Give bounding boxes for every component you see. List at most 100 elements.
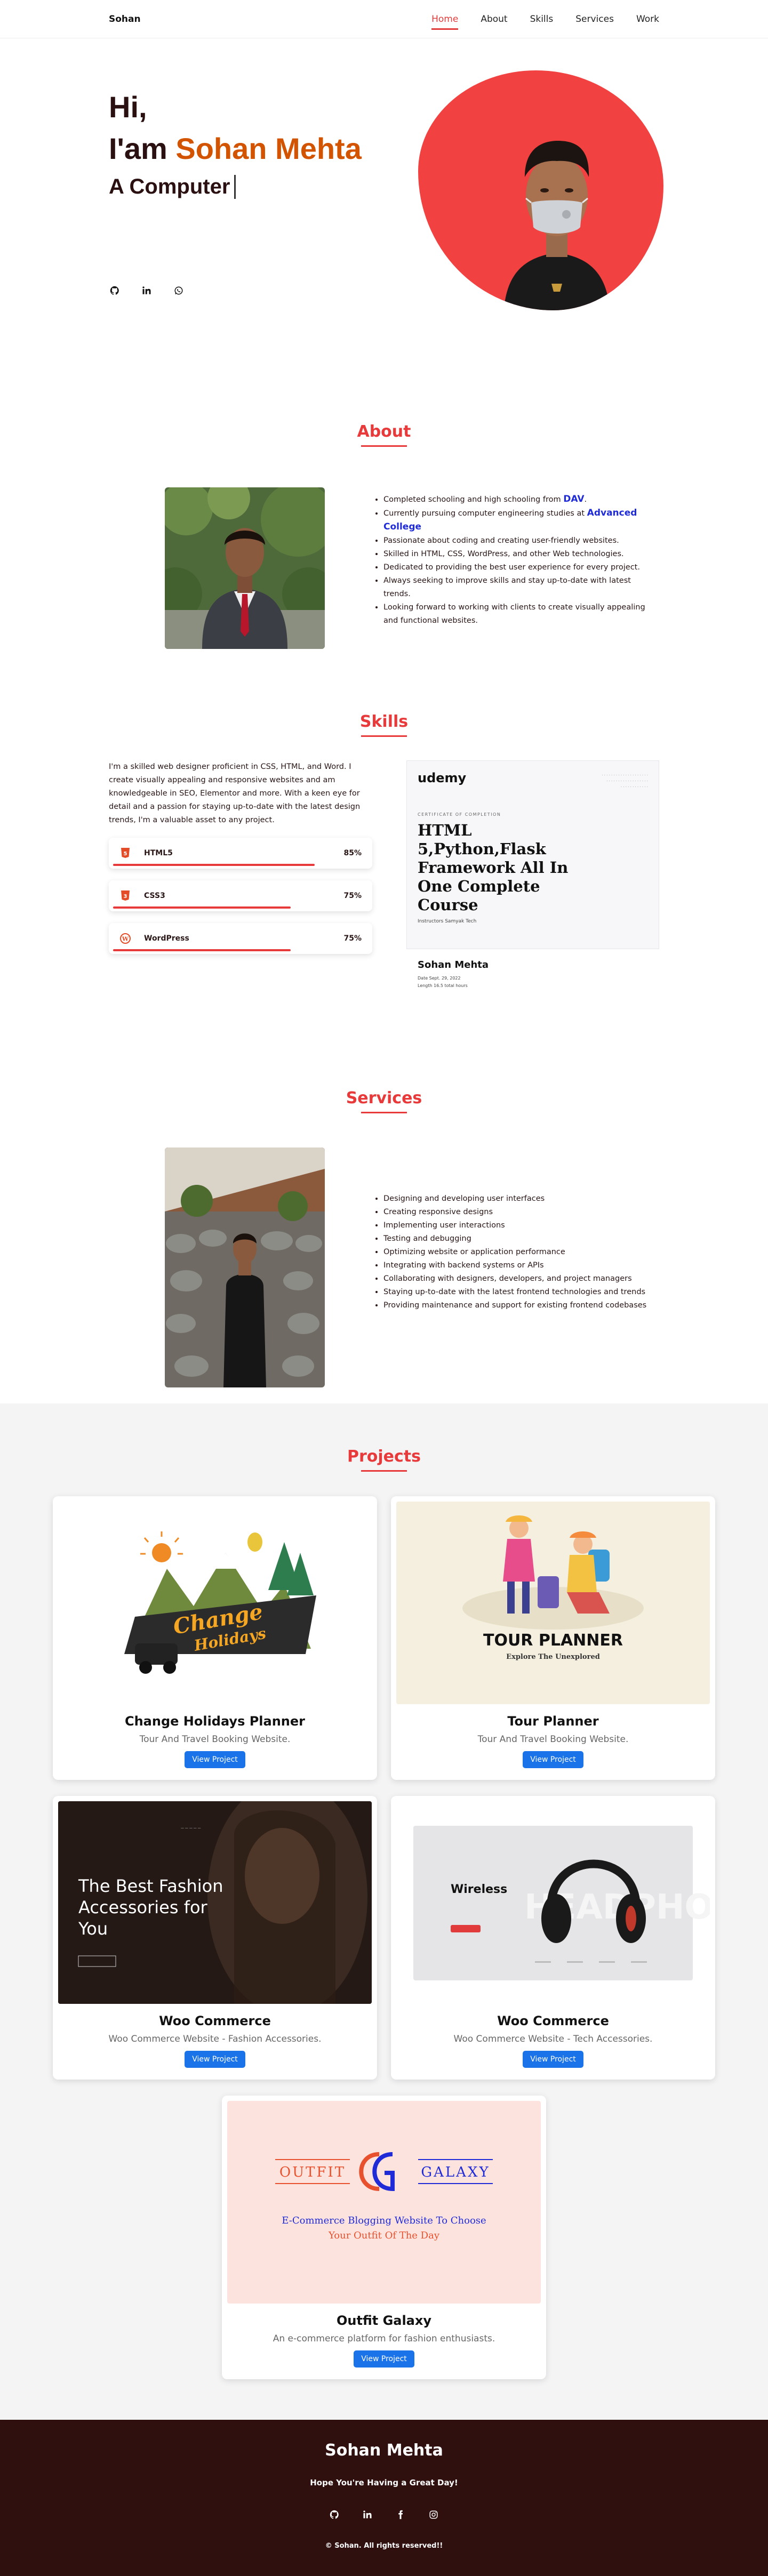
about-item: Passionate about coding and creating use…: [383, 534, 655, 548]
project-card: HEADPHONE Wireless Woo Commerce Woo Comm…: [391, 1796, 715, 2080]
project-title: Change Holidays Planner: [124, 1714, 306, 1729]
linkedin-icon[interactable]: [141, 285, 153, 296]
hero-text: Hi, I'am Sohan Mehta A Computer: [109, 86, 362, 199]
hero-iam: I'am: [109, 132, 167, 165]
about-section: About Completed schooling a: [0, 348, 768, 662]
project-desc: An e-commerce platform for fashion enthu…: [273, 2333, 495, 2344]
skill-bar-css3: 3 CSS3 75%: [109, 880, 372, 911]
facebook-icon[interactable]: [395, 2509, 406, 2521]
view-project-button[interactable]: View Project: [523, 1751, 583, 1768]
skills-title: Skills: [109, 712, 659, 737]
nav-about[interactable]: About: [481, 11, 507, 28]
about-item: Looking forward to working with clients …: [383, 601, 655, 628]
hero-name: Sohan Mehta: [175, 132, 362, 165]
svg-text:GALAXY: GALAXY: [421, 2164, 490, 2180]
svg-text:Wireless: Wireless: [451, 1883, 507, 1896]
certificate-instructor: Instructors Samyak Tech: [418, 919, 477, 924]
skill-progress: [113, 949, 291, 951]
certificate-ref: · · · · · · · · · · · · · · · · · · · · ·…: [602, 773, 648, 789]
svg-text:— — — — —: — — — — —: [181, 1826, 201, 1830]
project-image-headphone: HEADPHONE Wireless: [396, 1801, 710, 2004]
project-card: TOUR PLANNER Explore The Unexplored Tour…: [391, 1496, 715, 1780]
about-item: Currently pursuing computer engineering …: [383, 507, 655, 534]
skill-label: WordPress: [144, 934, 189, 943]
service-item: Staying up-to-date with the latest front…: [383, 1286, 655, 1299]
about-item: Completed schooling and high schooling f…: [383, 493, 655, 507]
hero-profile-blob: [418, 70, 663, 310]
service-item: Optimizing website or application perfor…: [383, 1246, 655, 1259]
svg-text:PLANNER: PLANNER: [201, 1659, 271, 1672]
project-title: Woo Commerce: [497, 2013, 609, 2028]
nav-menu: Home About Skills Services Work: [431, 11, 659, 30]
project-title: Tour Planner: [507, 1714, 599, 1729]
hero-profile-photo: [503, 141, 610, 310]
about-item: Always seeking to improve skills and sta…: [383, 574, 655, 601]
svg-text:E-Commerce Blogging Website To: E-Commerce Blogging Website To Choose: [282, 2215, 486, 2226]
wordpress-icon: W: [119, 933, 131, 944]
project-image-tour-planner: TOUR PLANNER Explore The Unexplored: [396, 1502, 710, 1704]
view-project-button[interactable]: View Project: [354, 2350, 414, 2368]
certificate-course: HTML 5,Python,Flask Framework All In One…: [418, 821, 569, 914]
service-item: Creating responsive designs: [383, 1206, 655, 1219]
about-photo: [165, 487, 325, 649]
footer-name: Sohan Mehta: [325, 2441, 443, 2460]
nav-skills[interactable]: Skills: [530, 11, 554, 28]
github-icon[interactable]: [109, 285, 121, 296]
skill-percent: 75%: [343, 934, 362, 943]
project-desc: Tour And Travel Booking Website.: [139, 1734, 291, 1745]
footer-socials: [0, 2509, 768, 2521]
skill-percent: 85%: [343, 849, 362, 857]
service-item: Collaborating with designers, developers…: [383, 1272, 655, 1286]
instagram-icon[interactable]: [428, 2509, 439, 2521]
service-item: Implementing user interactions: [383, 1219, 655, 1232]
skill-progress: [113, 864, 315, 866]
services-title: Services: [109, 1089, 659, 1113]
svg-text:W: W: [122, 936, 129, 943]
footer-copyright: © Sohan. All rights reserved!!: [325, 2542, 443, 2550]
svg-text:5: 5: [124, 851, 127, 857]
udemy-certificate: udemy · · · · · · · · · · · · · · · · · …: [406, 760, 659, 988]
about-list: Completed schooling and high schooling f…: [373, 493, 655, 649]
nav-work[interactable]: Work: [636, 11, 659, 28]
nav-services[interactable]: Services: [575, 11, 614, 28]
project-image-fashion: — — — — — The Best Fashion Accessories f…: [58, 1801, 372, 2004]
view-project-button[interactable]: View Project: [185, 2051, 245, 2068]
github-icon[interactable]: [329, 2509, 340, 2521]
project-card: — — — — — The Best Fashion Accessories f…: [53, 1796, 377, 2080]
skill-progress: [113, 906, 291, 909]
hero-greeting: Hi,: [109, 90, 147, 124]
nav-home[interactable]: Home: [431, 11, 459, 30]
hero-socials: [109, 285, 185, 296]
services-photo: [165, 1147, 325, 1387]
whatsapp-icon[interactable]: [173, 285, 185, 296]
about-item: Skilled in HTML, CSS, WordPress, and oth…: [383, 548, 655, 561]
about-item: Dedicated to providing the best user exp…: [383, 561, 655, 574]
certificate-name: Sohan Mehta: [418, 959, 489, 970]
service-item: Testing and debugging: [383, 1232, 655, 1246]
svg-text:TOUR PLANNER: TOUR PLANNER: [483, 1631, 623, 1650]
hero-typing-text: A Computer: [109, 175, 236, 199]
project-card: OUTFIT GALAXY E-Commerce Blogging Websit…: [222, 2096, 546, 2379]
footer-tagline: Hope You're Having a Great Day!: [310, 2478, 458, 2487]
skills-intro: I'm a skilled web designer proficient in…: [109, 763, 361, 824]
project-image-change-holidays: Change Holidays PLANNER: [58, 1502, 372, 1704]
view-project-button[interactable]: View Project: [185, 1751, 245, 1768]
brand-logo[interactable]: Sohan: [109, 14, 141, 25]
hero-section: Hi, I'am Sohan Mehta A Computer: [0, 38, 768, 348]
project-desc: Woo Commerce Website - Fashion Accessori…: [108, 2034, 322, 2044]
skill-percent: 75%: [343, 892, 362, 900]
service-item: Providing maintenance and support for ex…: [383, 1299, 655, 1312]
svg-text:Explore The Unexplored: Explore The Unexplored: [506, 1653, 600, 1661]
project-image-outfit-galaxy: OUTFIT GALAXY E-Commerce Blogging Websit…: [227, 2101, 541, 2304]
project-title: Woo Commerce: [159, 2013, 271, 2028]
view-project-button[interactable]: View Project: [523, 2051, 583, 2068]
service-item: Designing and developing user interfaces: [383, 1192, 655, 1206]
service-item: Integrating with backend systems or APIs: [383, 1259, 655, 1272]
html5-icon: 5: [119, 847, 131, 859]
svg-text:3: 3: [124, 894, 127, 900]
projects-section: Projects Change Holidays PLANNER Change …: [0, 1403, 768, 2420]
services-list: Designing and developing user interfaces…: [373, 1192, 655, 1387]
certificate-caption: CERTIFICATE OF COMPLETION: [418, 812, 501, 817]
services-section: Services • Designing and developing user…: [0, 1046, 768, 1403]
linkedin-icon[interactable]: [362, 2509, 373, 2521]
